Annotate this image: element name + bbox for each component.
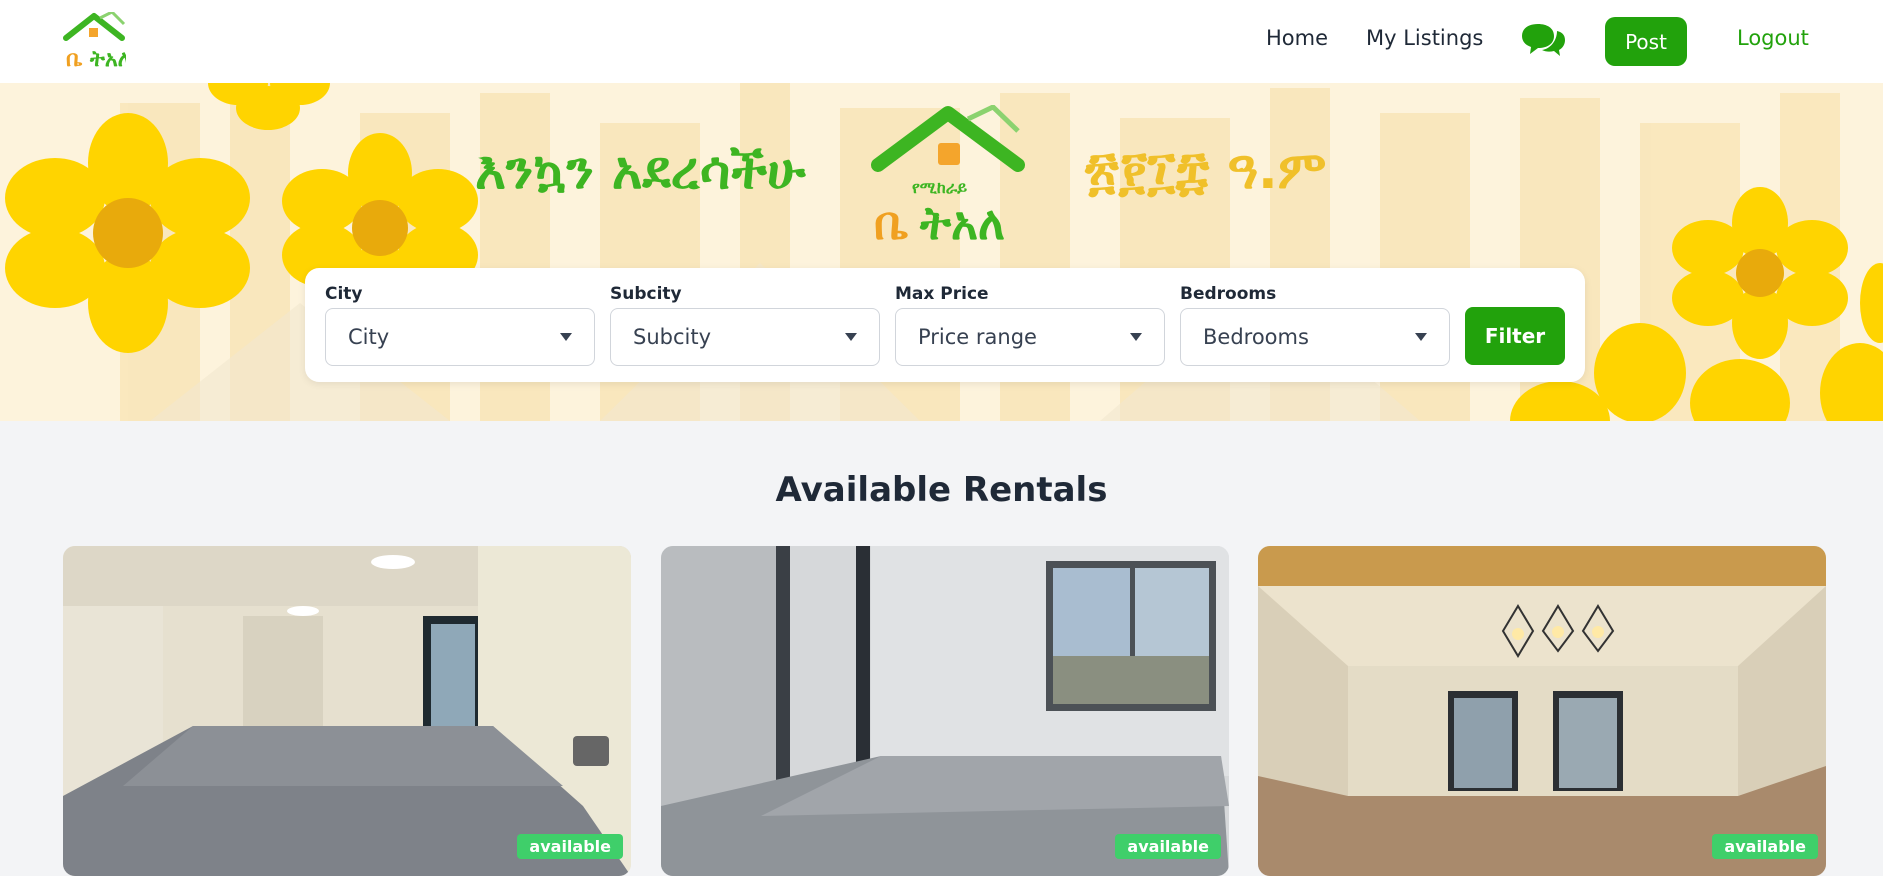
bedrooms-select-value: Bedrooms	[1203, 325, 1309, 349]
subcity-select[interactable]: Subcity	[610, 308, 880, 366]
svg-text:ትአለ: ትአለ	[919, 196, 1005, 245]
listing-card[interactable]: available	[1258, 546, 1826, 876]
flower-large-left	[5, 113, 250, 353]
listing-photo	[661, 546, 1229, 876]
site-logo-icon[interactable]: ቤ ትአለ	[62, 12, 126, 70]
chevron-down-icon	[845, 333, 857, 341]
hero-logo-icon: የሚከራይ ቤ ትአለ	[871, 105, 1025, 245]
listing-photo	[63, 546, 631, 876]
logout-link[interactable]: Logout	[1737, 26, 1809, 50]
max-price-filter: Max Price Price range	[895, 284, 1165, 366]
city-label: City	[325, 284, 363, 304]
status-badge: available	[1712, 834, 1818, 859]
bedrooms-label: Bedrooms	[1180, 284, 1277, 304]
chat-bubbles-icon[interactable]	[1520, 22, 1566, 60]
subcity-select-value: Subcity	[633, 325, 712, 349]
svg-text:የሚከራይ: የሚከራይ	[912, 178, 967, 197]
chevron-down-icon	[1130, 333, 1142, 341]
listing-card[interactable]: available	[661, 546, 1229, 876]
status-badge: available	[1115, 834, 1221, 859]
city-select-value: City	[348, 325, 390, 349]
filter-button[interactable]: Filter	[1465, 307, 1565, 365]
navbar: ቤ ትአለ Home My Listings Post Logout	[0, 0, 1883, 83]
post-button[interactable]: Post	[1605, 17, 1687, 66]
listing-photo	[1258, 546, 1826, 876]
flower-top-left	[208, 83, 330, 130]
hero-greeting-text: እንኳን አደረሳችሁ	[475, 141, 806, 201]
max-price-select[interactable]: Price range	[895, 308, 1165, 366]
svg-text:ቤ: ቤ	[66, 47, 83, 70]
nav-home-link[interactable]: Home	[1266, 26, 1328, 50]
city-filter: City City	[325, 284, 595, 366]
subcity-filter: Subcity Subcity	[610, 284, 880, 366]
status-badge: available	[517, 834, 623, 859]
subcity-label: Subcity	[610, 284, 682, 304]
max-price-label: Max Price	[895, 284, 989, 304]
svg-text:ትአለ: ትአለ	[89, 47, 126, 70]
listing-card[interactable]: available	[63, 546, 631, 876]
section-title: Available Rentals	[775, 470, 1108, 510]
max-price-select-value: Price range	[918, 325, 1037, 349]
chevron-down-icon	[1415, 333, 1427, 341]
svg-text:ቤ: ቤ	[874, 196, 909, 245]
nav-my-listings-link[interactable]: My Listings	[1366, 26, 1483, 50]
bedrooms-filter: Bedrooms Bedrooms	[1180, 284, 1450, 366]
bedrooms-select[interactable]: Bedrooms	[1180, 308, 1450, 366]
city-select[interactable]: City	[325, 308, 595, 366]
filter-card: City City Subcity Subcity Max Price Pric…	[305, 268, 1585, 382]
hero-year-text: ፳፻፲፰ ዓ.ም	[1085, 141, 1327, 201]
chevron-down-icon	[560, 333, 572, 341]
